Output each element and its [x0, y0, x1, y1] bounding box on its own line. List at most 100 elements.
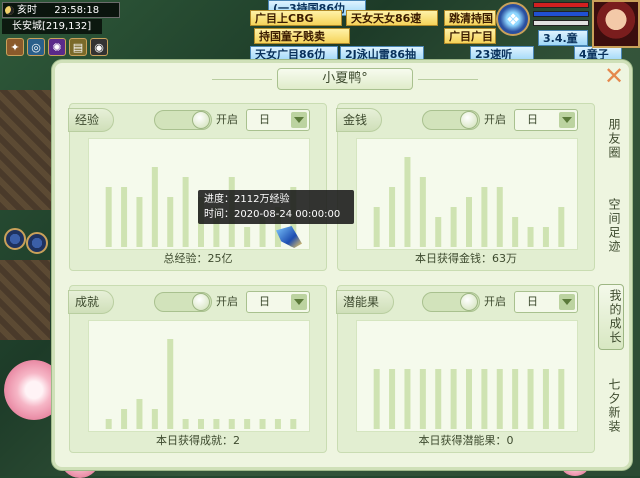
potential-bar[interactable] [419, 369, 426, 429]
money-bar[interactable] [389, 187, 396, 247]
map-icon[interactable]: ◎ [27, 38, 45, 56]
potential-today-text: 本日获得潜能果：0 [418, 434, 514, 447]
potential-bar[interactable] [512, 369, 519, 429]
tooltip-time: 时间：2020-08-24 00:00:00 [204, 209, 341, 220]
chevron-down-icon[interactable] [559, 112, 575, 128]
globe-icon[interactable]: ✺ [48, 38, 66, 56]
exp-bar[interactable] [244, 227, 251, 247]
money-bar[interactable] [466, 197, 472, 247]
potential-card: 潜能果 开启 日 本日获得潜能果：0 [336, 285, 595, 453]
close-button[interactable]: ✕ [603, 64, 625, 88]
money-bar[interactable] [542, 227, 549, 247]
chevron-down-icon[interactable] [291, 112, 307, 128]
potential-bar[interactable] [481, 369, 488, 429]
potential-bar[interactable] [435, 369, 442, 429]
exp-bar[interactable] [167, 197, 174, 247]
achievement-bar[interactable] [213, 419, 220, 429]
chevron-down-icon[interactable] [559, 294, 575, 310]
chat-ticker[interactable]: 广目上CBG [250, 10, 342, 26]
chat-ticker[interactable]: 跳清持国 [444, 10, 496, 26]
side-tab-space[interactable]: 空间足迹 [600, 198, 622, 254]
potential-toggle-label: 开启 [484, 295, 506, 308]
exp-bar[interactable] [151, 167, 158, 247]
camera-icon[interactable]: ◉ [90, 38, 108, 56]
potential-bar[interactable] [466, 369, 472, 429]
pet-avatar[interactable]: ❖ [496, 2, 530, 36]
potential-bar[interactable] [496, 369, 503, 429]
potential-bar[interactable] [450, 369, 457, 429]
achievement-chart [88, 320, 310, 432]
achievement-bar[interactable] [228, 419, 235, 429]
money-bar[interactable] [558, 207, 565, 247]
achievement-bar[interactable] [151, 409, 158, 429]
exp-bar[interactable] [105, 187, 112, 247]
chevron-down-icon[interactable] [291, 294, 307, 310]
exp-toggle[interactable] [154, 110, 212, 130]
money-bar[interactable] [512, 217, 519, 247]
building-roof [0, 90, 52, 210]
toggle-knob [192, 111, 210, 129]
money-period-value: 日 [527, 113, 538, 126]
money-bar[interactable] [450, 207, 457, 247]
exp-bar[interactable] [136, 197, 143, 247]
achievement-bar[interactable] [259, 419, 266, 429]
achievement-bar[interactable] [274, 419, 281, 429]
achievement-card: 成就 开启 日 本日获得成就：2 [68, 285, 327, 453]
exp-period-value: 日 [259, 113, 270, 126]
money-bar[interactable] [419, 177, 426, 247]
achievement-bar[interactable] [244, 419, 251, 429]
money-today-text: 本日获得金钱：63万 [415, 252, 517, 265]
achievement-today-text: 本日获得成就：2 [156, 434, 240, 447]
exp-toggle-label: 开启 [216, 113, 238, 126]
exp-period-select[interactable]: 日 [246, 109, 310, 131]
achievement-bar[interactable] [290, 419, 297, 429]
potential-bar[interactable] [542, 369, 549, 429]
achievement-toggle[interactable] [154, 292, 212, 312]
chat-ticker[interactable]: 3.4.童 [538, 30, 588, 46]
side-tab-qixi[interactable]: 七夕新装 [600, 378, 622, 434]
clock-text: 23:58:18 [54, 5, 100, 16]
achievement-toggle-label: 开启 [216, 295, 238, 308]
chat-ticker[interactable]: 广目广目 [444, 28, 496, 44]
exp-bar[interactable] [121, 187, 128, 247]
potential-bar[interactable] [558, 369, 565, 429]
bag-icon[interactable]: ✦ [6, 38, 24, 56]
achievement-bar-chart [105, 339, 297, 429]
achievement-period-select[interactable]: 日 [246, 291, 310, 313]
achievement-bar[interactable] [182, 419, 189, 429]
potential-toggle[interactable] [422, 292, 480, 312]
potential-card-title: 潜能果 [336, 290, 395, 314]
chat-ticker[interactable]: 天女天女86速 [346, 10, 438, 26]
money-bar[interactable] [373, 207, 380, 247]
side-tab-friends[interactable]: 朋友圈 [600, 118, 622, 160]
potential-bar[interactable] [527, 369, 534, 429]
money-bar[interactable] [527, 227, 534, 247]
money-bar[interactable] [404, 157, 411, 247]
potential-bar-chart [373, 369, 565, 429]
exp-bar[interactable] [182, 177, 189, 247]
achievement-bar[interactable] [198, 419, 204, 429]
scroll-icon[interactable]: ▤ [69, 38, 87, 56]
money-toggle-label: 开启 [484, 113, 506, 126]
achievement-bar[interactable] [136, 399, 143, 429]
money-toggle[interactable] [422, 110, 480, 130]
potential-bar[interactable] [404, 369, 411, 429]
potential-bar[interactable] [373, 369, 380, 429]
achievement-bar[interactable] [167, 339, 174, 429]
potential-chart [356, 320, 578, 432]
game-clock: 亥时 23:58:18 [2, 2, 120, 18]
money-bar[interactable] [435, 217, 442, 247]
chat-ticker[interactable]: 持国童子贱卖 [254, 28, 350, 44]
time-period-label: 亥时 [17, 5, 37, 16]
money-bar[interactable] [481, 187, 488, 247]
money-bar[interactable] [496, 187, 503, 247]
potential-bar[interactable] [389, 369, 396, 429]
side-tab-growth[interactable]: 我的成长 [598, 284, 624, 350]
location-coordinates[interactable]: 长安城[219,132] [2, 19, 102, 34]
achievement-bar[interactable] [121, 409, 128, 429]
potential-period-select[interactable]: 日 [514, 291, 578, 313]
money-period-select[interactable]: 日 [514, 109, 578, 131]
player-avatar[interactable] [592, 0, 640, 48]
achievement-bar[interactable] [105, 419, 112, 429]
mp-bar [533, 11, 589, 17]
